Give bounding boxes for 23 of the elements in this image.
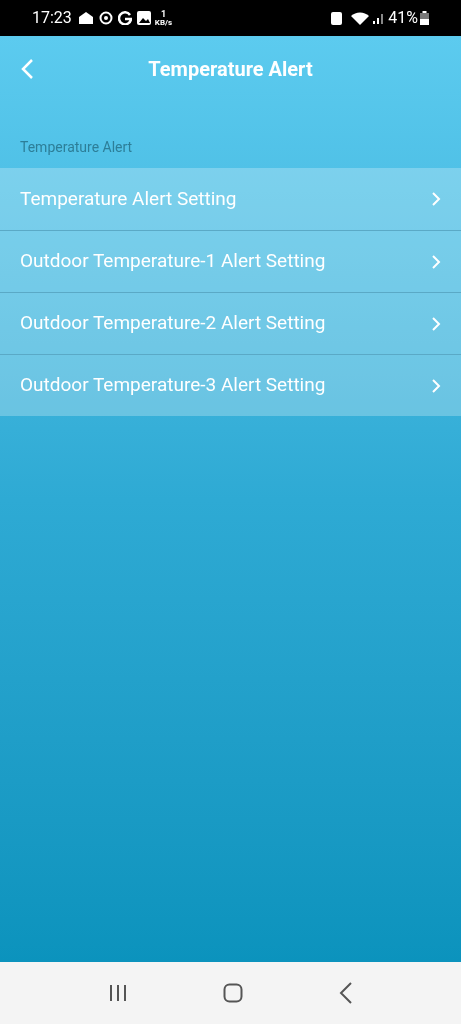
g-icon xyxy=(117,11,132,25)
chevron-icon xyxy=(431,315,441,332)
target-icon xyxy=(98,11,113,25)
signal-icon xyxy=(372,12,385,24)
menu-item[interactable]: Temperature Alert Setting xyxy=(0,168,461,230)
speed-unit: KB/s xyxy=(154,18,173,27)
chevron-icon xyxy=(431,191,441,207)
image-icon xyxy=(136,11,151,25)
menu-item[interactable]: Outdoor Temperature-3 Alert Setting xyxy=(0,354,461,416)
status-time: 17:23 xyxy=(32,7,72,29)
chevron-icon xyxy=(431,253,441,270)
menu-item[interactable]: Outdoor Temperature-2 Alert Setting xyxy=(0,292,461,354)
battery-percent: 41% xyxy=(388,7,418,29)
battery-icon xyxy=(420,11,429,25)
page-title: Temperature Alert xyxy=(148,56,313,83)
menu-item[interactable]: Outdoor Temperature-1 Alert Setting xyxy=(0,230,461,292)
chevron-icon xyxy=(431,377,441,394)
wifi-icon xyxy=(350,11,371,25)
recent-apps-icon[interactable] xyxy=(107,984,128,1002)
back-icon[interactable] xyxy=(339,982,354,1004)
home-icon[interactable] xyxy=(223,983,244,1003)
speed-value: 1 xyxy=(160,9,167,19)
section-label: Temperature Alert xyxy=(20,138,133,157)
